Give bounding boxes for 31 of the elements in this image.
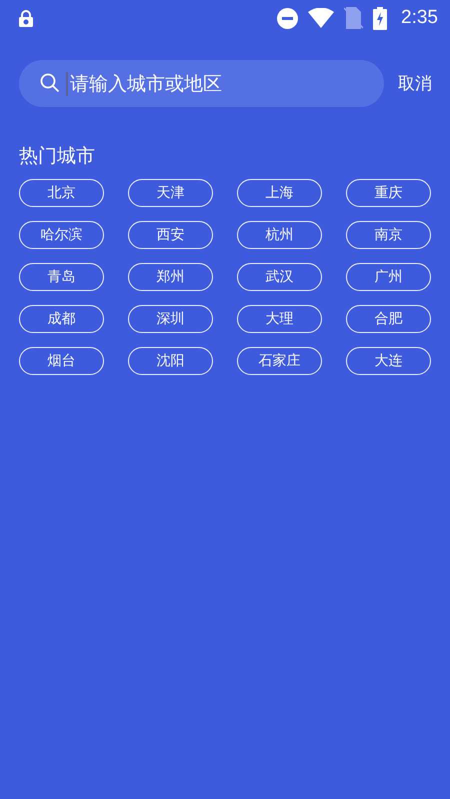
no-sim-icon	[344, 7, 364, 29]
city-chip[interactable]: 重庆	[346, 179, 431, 207]
section-title: 热门城市	[19, 144, 96, 169]
lock-icon	[19, 10, 33, 26]
city-chip[interactable]: 天津	[128, 179, 213, 207]
city-chip[interactable]: 合肥	[346, 305, 431, 333]
city-chip[interactable]: 大理	[237, 305, 322, 333]
city-chip[interactable]: 青岛	[19, 263, 104, 291]
text-cursor	[66, 72, 68, 96]
city-chip[interactable]: 郑州	[128, 263, 213, 291]
city-chip[interactable]: 南京	[346, 221, 431, 249]
battery-charging-icon	[373, 6, 388, 30]
city-chip[interactable]: 广州	[346, 263, 431, 291]
city-chip[interactable]: 西安	[128, 221, 213, 249]
do-not-disturb-icon	[277, 8, 298, 28]
city-chip[interactable]: 北京	[19, 179, 104, 207]
city-chip[interactable]: 杭州	[237, 221, 322, 249]
city-chip[interactable]: 烟台	[19, 347, 104, 375]
cancel-button[interactable]: 取消	[398, 68, 432, 99]
search-field[interactable]: 请输入城市或地区	[19, 60, 384, 107]
search-icon	[40, 73, 60, 93]
city-chip[interactable]: 石家庄	[237, 347, 322, 375]
status-time: 2:35	[401, 7, 438, 29]
city-chip[interactable]: 上海	[237, 179, 322, 207]
city-chip[interactable]: 深圳	[128, 305, 213, 333]
wifi-icon	[308, 8, 334, 28]
city-chip[interactable]: 沈阳	[128, 347, 213, 375]
city-chip[interactable]: 大连	[346, 347, 431, 375]
city-chip[interactable]: 武汉	[237, 263, 322, 291]
city-chip[interactable]: 成都	[19, 305, 104, 333]
city-chip[interactable]: 哈尔滨	[19, 221, 104, 249]
